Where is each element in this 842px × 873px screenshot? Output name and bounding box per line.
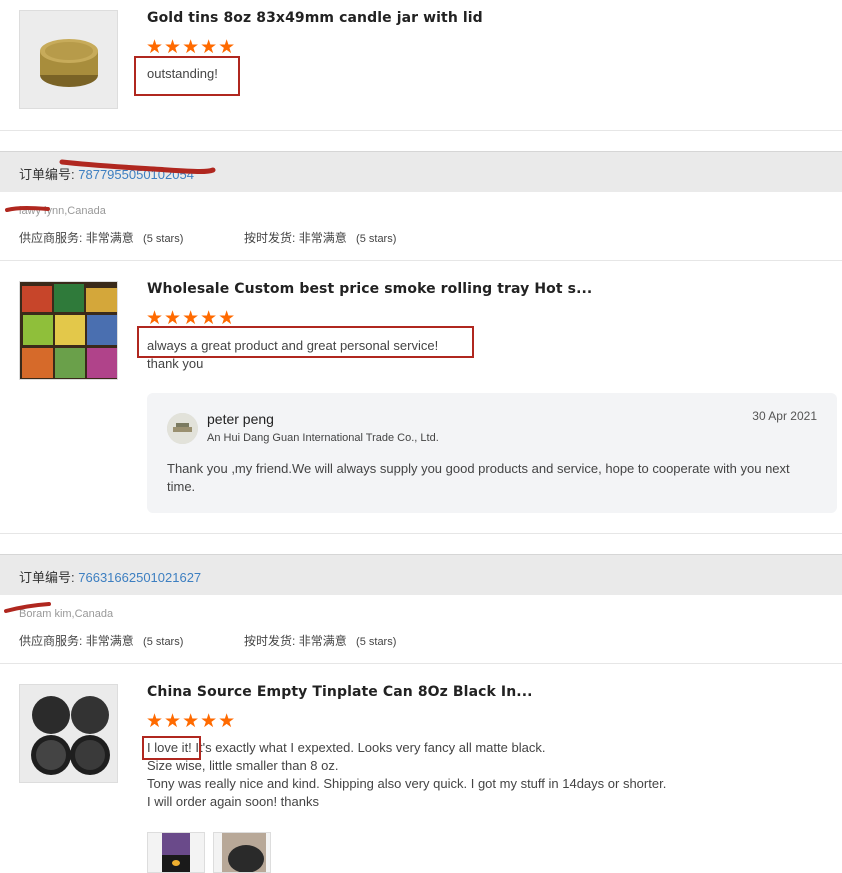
product-image-black-tins[interactable]: [19, 684, 118, 783]
product-title[interactable]: China Source Empty Tinplate Can 8Oz Blac…: [147, 684, 533, 700]
rating-stars: ★★★★★: [146, 37, 237, 58]
review-photo[interactable]: [213, 832, 271, 873]
supplier-service-rating: 供应商服务: 非常满意 (5 stars): [19, 231, 184, 245]
supplier-reply: peter peng An Hui Dang Guan Internationa…: [147, 393, 837, 513]
reply-author: peter peng: [207, 411, 274, 427]
product-title[interactable]: Gold tins 8oz 83x49mm candle jar with li…: [147, 10, 483, 26]
review-text: I love it! It's exactly what I expexted.…: [147, 740, 546, 755]
order-header: 订单编号: 76631662501021627: [0, 554, 842, 595]
highlight-box: [134, 56, 240, 96]
reply-company[interactable]: An Hui Dang Guan International Trade Co.…: [207, 432, 439, 444]
divider: [0, 130, 842, 131]
redaction-scribble: [4, 602, 51, 613]
divider: [0, 533, 842, 534]
review-photo[interactable]: [147, 832, 205, 873]
redaction-scribble: [5, 206, 50, 212]
rating-stars: ★★★★★: [146, 711, 237, 732]
highlight-box: [142, 736, 201, 760]
product-image-gold-tin[interactable]: [19, 10, 118, 109]
product-image-rolling-trays[interactable]: [19, 281, 118, 380]
order-number-label: 订单编号:: [19, 570, 75, 585]
order-number-link[interactable]: 76631662501021627: [78, 570, 201, 585]
product-title[interactable]: Wholesale Custom best price smoke rollin…: [147, 281, 592, 297]
review-text: I will order again soon! thanks: [147, 794, 319, 809]
ontime-delivery-rating: 按时发货: 非常满意 (5 stars): [244, 634, 397, 648]
highlight-box: [137, 326, 474, 358]
divider: [0, 260, 842, 261]
review-text: Tony was really nice and kind. Shipping …: [147, 776, 667, 791]
redaction-scribble: [59, 159, 216, 174]
reply-date: 30 Apr 2021: [752, 409, 817, 423]
reply-text: Thank you ,my friend.We will always supp…: [167, 461, 790, 494]
avatar: [167, 413, 198, 444]
ontime-delivery-rating: 按时发货: 非常满意 (5 stars): [244, 231, 397, 245]
supplier-service-rating: 供应商服务: 非常满意 (5 stars): [19, 634, 184, 648]
divider: [0, 663, 842, 664]
